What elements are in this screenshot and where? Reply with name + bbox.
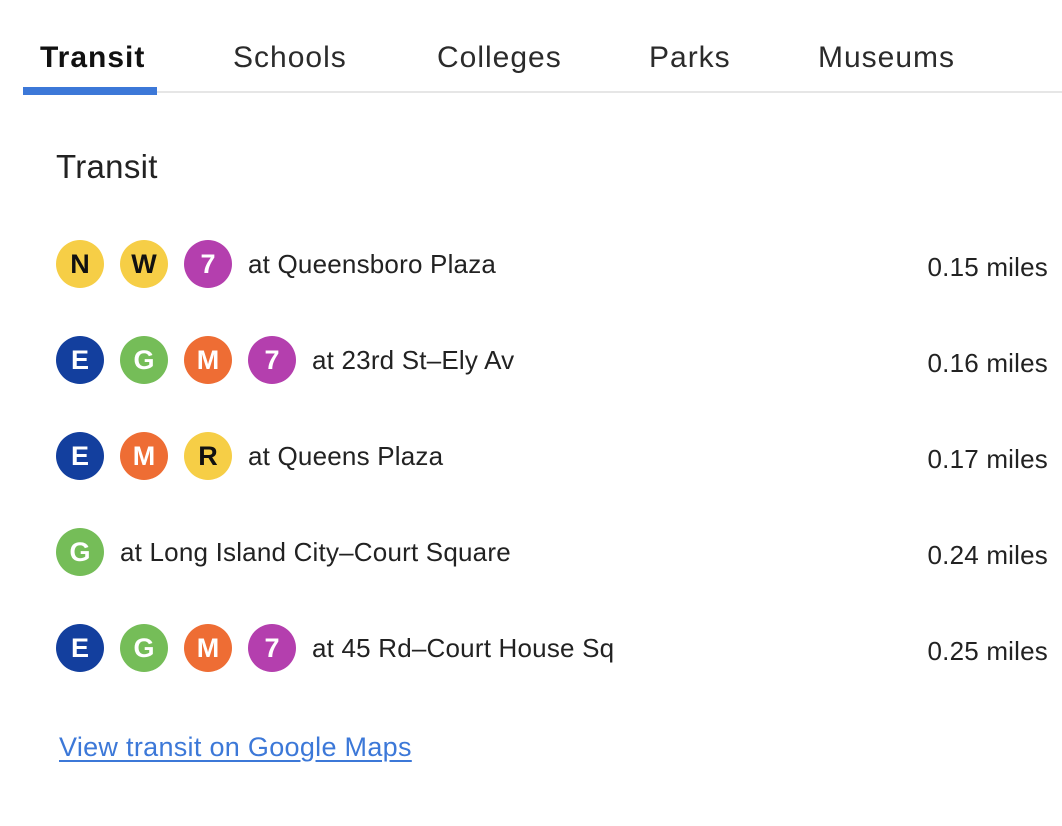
transit-row: E G M 7 at 23rd St–Ely Av 0.16 miles: [56, 336, 1048, 432]
tab-label: Colleges: [437, 41, 562, 74]
line-badges: N W 7 at Queensboro Plaza: [56, 240, 496, 288]
subway-line-badge: 7: [248, 336, 296, 384]
tab-label: Schools: [233, 41, 347, 74]
subway-line-badge: G: [120, 336, 168, 384]
subway-line-badge: R: [184, 432, 232, 480]
subway-line-badge: W: [120, 240, 168, 288]
station-name: at Queens Plaza: [248, 440, 444, 471]
tab-schools[interactable]: Schools: [233, 40, 347, 93]
station-name: at 23rd St–Ely Av: [312, 344, 515, 375]
subway-line-badge: M: [184, 336, 232, 384]
station-distance: 0.24 miles: [927, 540, 1048, 570]
tab-colleges[interactable]: Colleges: [437, 40, 562, 93]
subway-line-badge: 7: [248, 624, 296, 672]
line-badges: Gat Long Island City–Court Square: [56, 528, 511, 576]
transit-row: E G M 7 at 45 Rd–Court House Sq 0.25 miles: [56, 624, 1048, 720]
station-name: at Queensboro Plaza: [248, 248, 497, 279]
subway-line-badge: G: [56, 528, 104, 576]
station-distance: 0.15 miles: [927, 252, 1048, 282]
subway-line-badge: E: [56, 624, 104, 672]
view-transit-google-maps-link[interactable]: View transit on Google Maps: [59, 732, 412, 763]
station-distance: 0.16 miles: [927, 348, 1048, 378]
line-badges: E G M 7 at 45 Rd–Court House Sq: [56, 624, 614, 672]
tab-transit[interactable]: Transit: [23, 40, 157, 95]
station-name: at 45 Rd–Court House Sq: [312, 632, 615, 663]
line-badges: E G M 7 at 23rd St–Ely Av: [56, 336, 514, 384]
tab-museums[interactable]: Museums: [818, 40, 955, 93]
transit-list: N W 7 at Queensboro Plaza 0.15 miles E G M 7 at 2…: [56, 240, 1048, 720]
subway-line-badge: E: [56, 432, 104, 480]
subway-line-badge: M: [184, 624, 232, 672]
section-title: Transit: [56, 148, 158, 185]
tab-label: Transit: [40, 41, 146, 74]
station-distance: 0.17 miles: [927, 444, 1048, 474]
line-badges: E M Rat Queens Plaza: [56, 432, 443, 480]
subway-line-badge: M: [120, 432, 168, 480]
subway-line-badge: 7: [184, 240, 232, 288]
active-tab-indicator: [23, 87, 157, 95]
subway-line-badge: N: [56, 240, 104, 288]
transit-row: Gat Long Island City–Court Square 0.24 mi…: [56, 528, 1048, 624]
subway-line-badge: G: [120, 624, 168, 672]
tab-label: Museums: [818, 41, 956, 74]
tab-parks[interactable]: Parks: [649, 40, 731, 93]
tab-label: Parks: [649, 41, 731, 74]
station-distance: 0.25 miles: [927, 636, 1048, 666]
station-name: at Long Island City–Court Square: [120, 536, 511, 567]
transit-row: N W 7 at Queensboro Plaza 0.15 miles: [56, 240, 1048, 336]
subway-line-badge: E: [56, 336, 104, 384]
transit-row: E M Rat Queens Plaza 0.17 miles: [56, 432, 1048, 528]
category-tabs: Transit Schools Colleges Parks Museums: [23, 0, 1062, 95]
